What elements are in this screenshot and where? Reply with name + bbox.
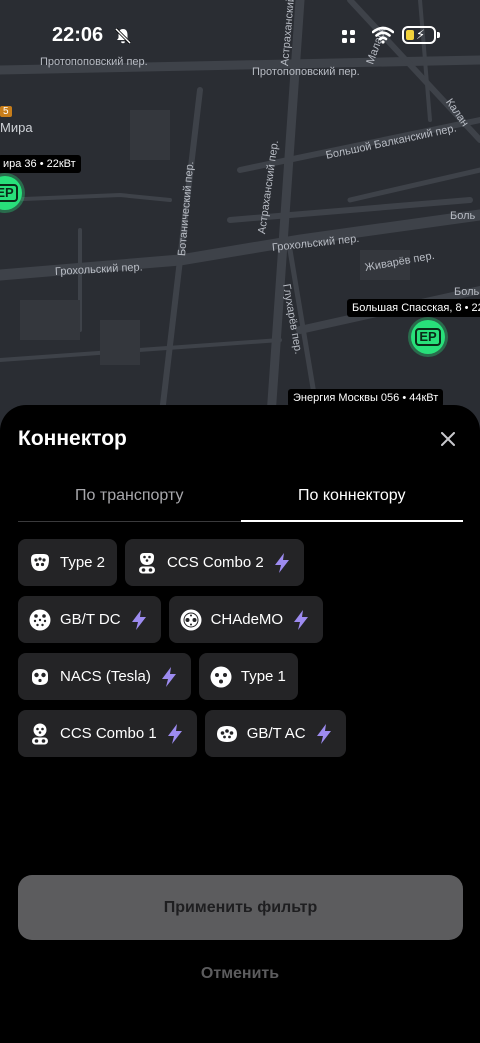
chademo-connector-icon [180, 609, 202, 630]
status-bar: 22:06 ⚡ [0, 0, 480, 70]
station-label[interactable]: Большая Спасская, 8 • 22 [347, 299, 480, 317]
tab-by-connector[interactable]: По коннектору [240, 471, 464, 522]
ccs-combo-1-connector-icon [32, 723, 48, 744]
connector-chip-label: CCS Combo 2 [167, 554, 264, 571]
connector-filter-sheet: Коннектор По транспорту По коннектору Ty… [0, 405, 480, 1043]
connector-chip-label: Type 2 [60, 554, 106, 571]
type-1-connector-icon [210, 666, 232, 687]
apply-filter-button[interactable]: Применить фильтр [18, 875, 463, 940]
connector-chip-label: Type 1 [240, 668, 286, 685]
close-icon [441, 432, 455, 446]
fast-charge-icon [316, 723, 331, 744]
connector-chip-label: GB/T AC [246, 725, 306, 742]
street-label: Мира [0, 120, 33, 135]
gbt-ac-connector-icon [216, 725, 237, 742]
street-label: Боль [450, 210, 476, 222]
cancel-button[interactable]: Отменить [0, 960, 480, 988]
connector-chip-label: GB/T DC [60, 611, 121, 628]
nacs-connector-icon [32, 668, 48, 685]
sheet-title: Коннектор [18, 427, 127, 450]
bell-muted-icon [114, 27, 132, 45]
connector-chip-list: Type 2 CCS Combo 2 GB/T DC CHAdeMO NACS … [18, 539, 468, 767]
connector-chip-label: CHAdeMO [210, 611, 284, 628]
fast-charge-icon [274, 552, 289, 573]
connector-chip-label: NACS (Tesla) [60, 668, 151, 685]
ccs-combo-2-connector-icon [139, 552, 156, 573]
filter-tabs: По транспорту По коннектору [18, 471, 463, 522]
battery-icon: ⚡ [402, 26, 436, 44]
tab-by-vehicle[interactable]: По транспорту [18, 471, 241, 521]
metro-number: 5 [0, 106, 12, 117]
wifi-icon [372, 26, 394, 44]
connector-chip-ccs-combo-1[interactable]: CCS Combo 1 [18, 710, 197, 757]
fast-charge-icon [294, 609, 309, 630]
charging-station-pin[interactable]: ЕР [411, 320, 445, 354]
close-button[interactable] [436, 427, 460, 451]
connector-chip-type-1[interactable]: Type 1 [198, 653, 298, 700]
type-2-connector-icon [31, 553, 49, 571]
connector-chip-gbt-dc[interactable]: GB/T DC [18, 596, 161, 643]
signal-icon [342, 30, 355, 43]
fast-charge-icon [131, 609, 146, 630]
connector-chip-type-2[interactable]: Type 2 [18, 539, 118, 586]
gbt-dc-connector-icon [29, 609, 51, 630]
station-label[interactable]: ира 36 • 22кВт [0, 155, 81, 173]
connector-chip-nacs-tesla[interactable]: NACS (Tesla) [18, 653, 191, 700]
street-label: Боль [454, 286, 480, 298]
connector-chip-ccs-combo-2[interactable]: CCS Combo 2 [125, 539, 304, 586]
status-time: 22:06 [52, 24, 104, 46]
fast-charge-icon [161, 666, 176, 687]
fast-charge-icon [167, 723, 182, 744]
connector-chip-chademo[interactable]: CHAdeMO [168, 596, 324, 643]
connector-chip-label: CCS Combo 1 [60, 725, 157, 742]
connector-chip-gbt-ac[interactable]: GB/T AC [204, 710, 346, 757]
